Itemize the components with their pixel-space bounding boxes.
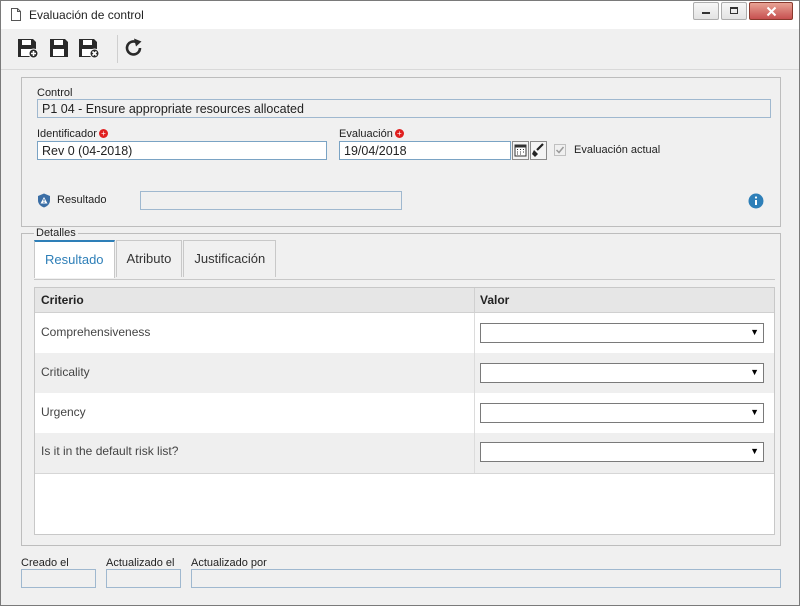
close-icon — [766, 6, 777, 17]
actualizado-por-label: Actualizado por — [191, 557, 267, 569]
dropdown-arrow-icon: ▼ — [750, 407, 759, 417]
tab-divider — [34, 279, 775, 280]
resultado-label: Resultado — [57, 194, 107, 206]
save-icon[interactable] — [48, 37, 70, 59]
toolbar-separator — [117, 35, 118, 63]
details-group: Detalles Resultado Atributo Justificació… — [21, 227, 781, 546]
valor-select[interactable]: ▼ — [480, 323, 764, 343]
actualizado-por-field — [191, 569, 781, 588]
column-header-valor: Valor — [480, 293, 510, 307]
save-close-icon[interactable] — [78, 37, 100, 59]
actualizado-label: Actualizado el — [106, 557, 175, 569]
valor-select[interactable]: ▼ — [480, 363, 764, 383]
table-row: Urgency ▼ — [35, 393, 774, 433]
evaluacion-actual-label: Evaluación actual — [574, 144, 661, 156]
row-criterio: Urgency — [41, 405, 86, 419]
identificador-input[interactable]: Rev 0 (04-2018) — [37, 141, 327, 160]
grid-header: Criterio Valor — [35, 288, 774, 313]
resultado-field — [140, 191, 402, 210]
creado-label: Creado el — [21, 557, 69, 569]
table-row: Is it in the default risk list? ▼ — [35, 433, 774, 473]
identificador-label: Identificador + — [37, 128, 108, 140]
control-field: P1 04 - Ensure appropriate resources all… — [37, 99, 771, 118]
toolbar — [1, 29, 799, 70]
info-icon[interactable] — [748, 193, 764, 209]
main-form-panel: Control P1 04 - Ensure appropriate resou… — [21, 77, 781, 227]
evaluacion-label: Evaluación + — [339, 128, 404, 140]
title-bar: Evaluación de control — [1, 1, 799, 29]
dialog-window: Evaluación de control Control P1 04 - En… — [0, 0, 800, 606]
actualizado-field — [106, 569, 181, 588]
save-new-icon[interactable] — [17, 37, 39, 59]
tab-atributo[interactable]: Atributo — [115, 240, 183, 277]
tab-bar: Resultado Atributo Justificación — [34, 240, 277, 280]
evaluacion-actual-checkbox[interactable] — [554, 144, 566, 156]
grid-rows-end — [35, 473, 774, 474]
tab-resultado[interactable]: Resultado — [34, 240, 115, 278]
maximize-button[interactable] — [721, 2, 747, 20]
document-icon — [11, 8, 21, 21]
row-criterio: Comprehensiveness — [41, 325, 151, 339]
close-button[interactable] — [749, 2, 793, 20]
dropdown-arrow-icon: ▼ — [750, 327, 759, 337]
evaluacion-date-input[interactable]: 19/04/2018 — [339, 141, 511, 160]
control-label: Control — [37, 87, 73, 99]
required-icon: + — [394, 129, 404, 138]
table-row: Comprehensiveness ▼ — [35, 313, 774, 353]
warning-shield-icon — [38, 193, 50, 208]
valor-select[interactable]: ▼ — [480, 403, 764, 423]
window-title: Evaluación de control — [29, 8, 144, 22]
refresh-icon[interactable] — [123, 37, 145, 59]
row-criterio: Is it in the default risk list? — [41, 444, 179, 458]
valor-select[interactable]: ▼ — [480, 442, 764, 462]
clear-date-icon[interactable] — [530, 141, 547, 160]
column-divider — [474, 313, 475, 473]
dropdown-arrow-icon: ▼ — [750, 367, 759, 377]
calendar-icon[interactable] — [512, 141, 529, 160]
tab-justificacion[interactable]: Justificación — [183, 240, 277, 277]
creado-field — [21, 569, 96, 588]
column-header-criterio: Criterio — [41, 293, 84, 307]
dropdown-arrow-icon: ▼ — [750, 446, 759, 456]
details-legend: Detalles — [34, 227, 78, 239]
minimize-button[interactable] — [693, 2, 719, 20]
table-row: Criticality ▼ — [35, 353, 774, 393]
row-criterio: Criticality — [41, 365, 90, 379]
criteria-grid: Criterio Valor Comprehensiveness ▼ Criti… — [34, 287, 775, 535]
required-icon: + — [98, 129, 108, 138]
